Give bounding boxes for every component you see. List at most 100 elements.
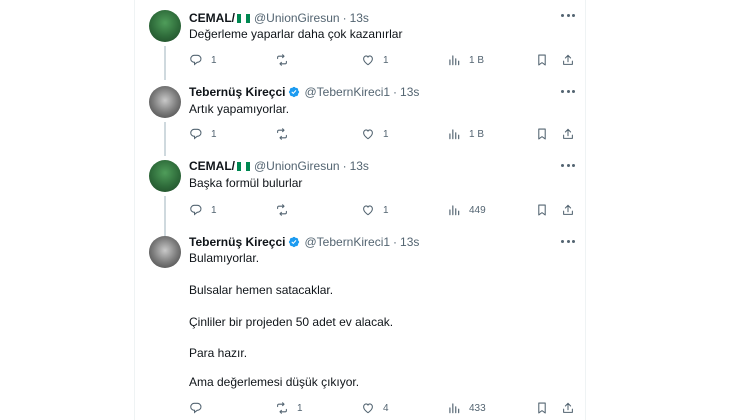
retweet-button[interactable] — [275, 52, 297, 68]
views-button[interactable]: 1 B — [447, 126, 484, 142]
reply-icon — [190, 128, 202, 140]
tweet-header: CEMAL/ @UnionGiresun · 13s — [189, 10, 369, 26]
share-button[interactable] — [561, 202, 575, 218]
tweet-time[interactable]: 13s — [400, 85, 419, 99]
more-icon[interactable] — [561, 10, 575, 20]
verified-badge-icon — [289, 236, 300, 248]
reply-count: 1 — [211, 204, 217, 216]
display-name[interactable]: CEMAL/ — [189, 159, 235, 173]
tweet-header: Tebernüş Kireçci @TebernKireci1 · 13s — [189, 84, 419, 100]
user-handle[interactable]: @UnionGiresun — [254, 159, 340, 173]
thread-line — [164, 46, 166, 80]
views-button[interactable]: 1 B — [447, 52, 484, 68]
like-count: 1 — [383, 54, 389, 66]
bookmark-button[interactable] — [535, 202, 549, 218]
user-handle[interactable]: @UnionGiresun — [254, 11, 340, 25]
reply-count: 1 — [211, 54, 217, 66]
tweet-text-line: Çinliler bir projeden 50 adet ev alacak. — [189, 315, 394, 329]
retweet-icon — [277, 402, 287, 414]
reply-button[interactable] — [189, 400, 211, 416]
like-count: 1 — [383, 204, 389, 216]
display-name[interactable]: CEMAL/ — [189, 11, 235, 25]
like-button[interactable]: 1 — [361, 52, 389, 68]
reply-button[interactable]: 1 — [189, 52, 217, 68]
display-name[interactable]: Tebernüş Kireçci — [189, 85, 285, 99]
tweet-actions: 1 1 1 B — [189, 126, 575, 142]
tweet-time[interactable]: 13s — [400, 235, 419, 249]
heart-icon — [363, 129, 373, 140]
views-icon — [449, 129, 460, 140]
bookmark-icon — [538, 54, 546, 66]
share-button[interactable] — [561, 126, 575, 142]
views-button[interactable]: 449 — [447, 202, 486, 218]
tweet-2[interactable]: Tebernüş Kireçci @TebernKireci1 · 13s Ar… — [135, 84, 587, 156]
tweet-actions: 1 1 449 — [189, 202, 575, 218]
tweet-4[interactable]: Tebernüş Kireçci @TebernKireci1 · 13s Bu… — [135, 234, 587, 420]
bookmark-button[interactable] — [535, 126, 549, 142]
more-icon[interactable] — [561, 86, 575, 96]
share-button[interactable] — [561, 400, 575, 416]
tweet-text: Artık yapamıyorlar. — [189, 102, 290, 116]
avatar-tebernus[interactable] — [149, 86, 181, 118]
separator-dot: · — [342, 11, 347, 25]
bookmark-button[interactable] — [535, 52, 549, 68]
retweet-icon — [277, 54, 287, 66]
views-icon — [449, 55, 460, 66]
reply-button[interactable]: 1 — [189, 202, 217, 218]
more-icon[interactable] — [561, 236, 575, 246]
bookmark-icon — [538, 402, 546, 414]
tweet-actions: 1 4 433 — [189, 400, 575, 416]
retweet-button[interactable] — [275, 126, 297, 142]
retweet-icon — [277, 204, 287, 216]
user-handle[interactable]: @TebernKireci1 — [304, 85, 390, 99]
tweet-text: Değerleme yaparlar daha çok kazanırlar — [189, 27, 403, 41]
tweet-text: Başka formül bulurlar — [189, 176, 303, 190]
verified-badge-icon — [289, 86, 300, 98]
conversation-column: CEMAL/ @UnionGiresun · 13s Değerleme yap… — [134, 0, 586, 420]
tweet-header: Tebernüş Kireçci @TebernKireci1 · 13s — [189, 234, 419, 250]
retweet-button[interactable] — [275, 202, 297, 218]
display-name[interactable]: Tebernüş Kireçci — [189, 235, 285, 249]
separator-dot: · — [393, 85, 398, 99]
tweet-text-line: Ama değerlemesi düşük çıkıyor. — [189, 375, 360, 389]
nigeria-flag-icon — [237, 13, 250, 23]
tweet-text-line: Bulamıyorlar. — [189, 251, 260, 265]
views-count: 449 — [469, 204, 486, 216]
tweet-time[interactable]: 13s — [350, 11, 369, 25]
reply-button[interactable]: 1 — [189, 126, 217, 142]
retweet-icon — [277, 128, 287, 140]
bookmark-button[interactable] — [535, 400, 549, 416]
avatar-tebernus[interactable] — [149, 236, 181, 268]
reply-count: 1 — [211, 128, 217, 140]
share-button[interactable] — [561, 52, 575, 68]
tweet-text-line: Bulsalar hemen satacaklar. — [189, 283, 334, 297]
share-icon — [563, 128, 573, 139]
nigeria-flag-icon — [237, 161, 250, 171]
share-icon — [563, 204, 573, 215]
thread-line — [164, 196, 166, 236]
like-button[interactable]: 1 — [361, 202, 389, 218]
share-icon — [563, 54, 573, 65]
user-handle[interactable]: @TebernKireci1 — [304, 235, 390, 249]
like-count: 1 — [383, 128, 389, 140]
separator-dot: · — [342, 159, 347, 173]
avatar-cemal[interactable] — [149, 10, 181, 42]
retweet-count: 1 — [297, 402, 303, 414]
retweet-button[interactable]: 1 — [275, 400, 303, 416]
reply-icon — [190, 54, 202, 66]
avatar-cemal[interactable] — [149, 160, 181, 192]
views-count: 1 B — [469, 54, 485, 66]
tweet-1[interactable]: CEMAL/ @UnionGiresun · 13s Değerleme yap… — [135, 8, 587, 80]
views-icon — [449, 205, 460, 216]
views-button[interactable]: 433 — [447, 400, 486, 416]
bookmark-icon — [538, 204, 546, 216]
heart-icon — [363, 403, 373, 414]
tweet-actions: 1 1 1 B — [189, 52, 575, 68]
like-button[interactable]: 1 — [361, 126, 389, 142]
views-count: 1 B — [469, 128, 485, 140]
tweet-3[interactable]: CEMAL/ @UnionGiresun · 13s Başka formül … — [135, 158, 587, 236]
more-icon[interactable] — [561, 160, 575, 170]
like-button[interactable]: 4 — [361, 400, 389, 416]
separator-dot: · — [393, 235, 398, 249]
tweet-time[interactable]: 13s — [350, 159, 369, 173]
